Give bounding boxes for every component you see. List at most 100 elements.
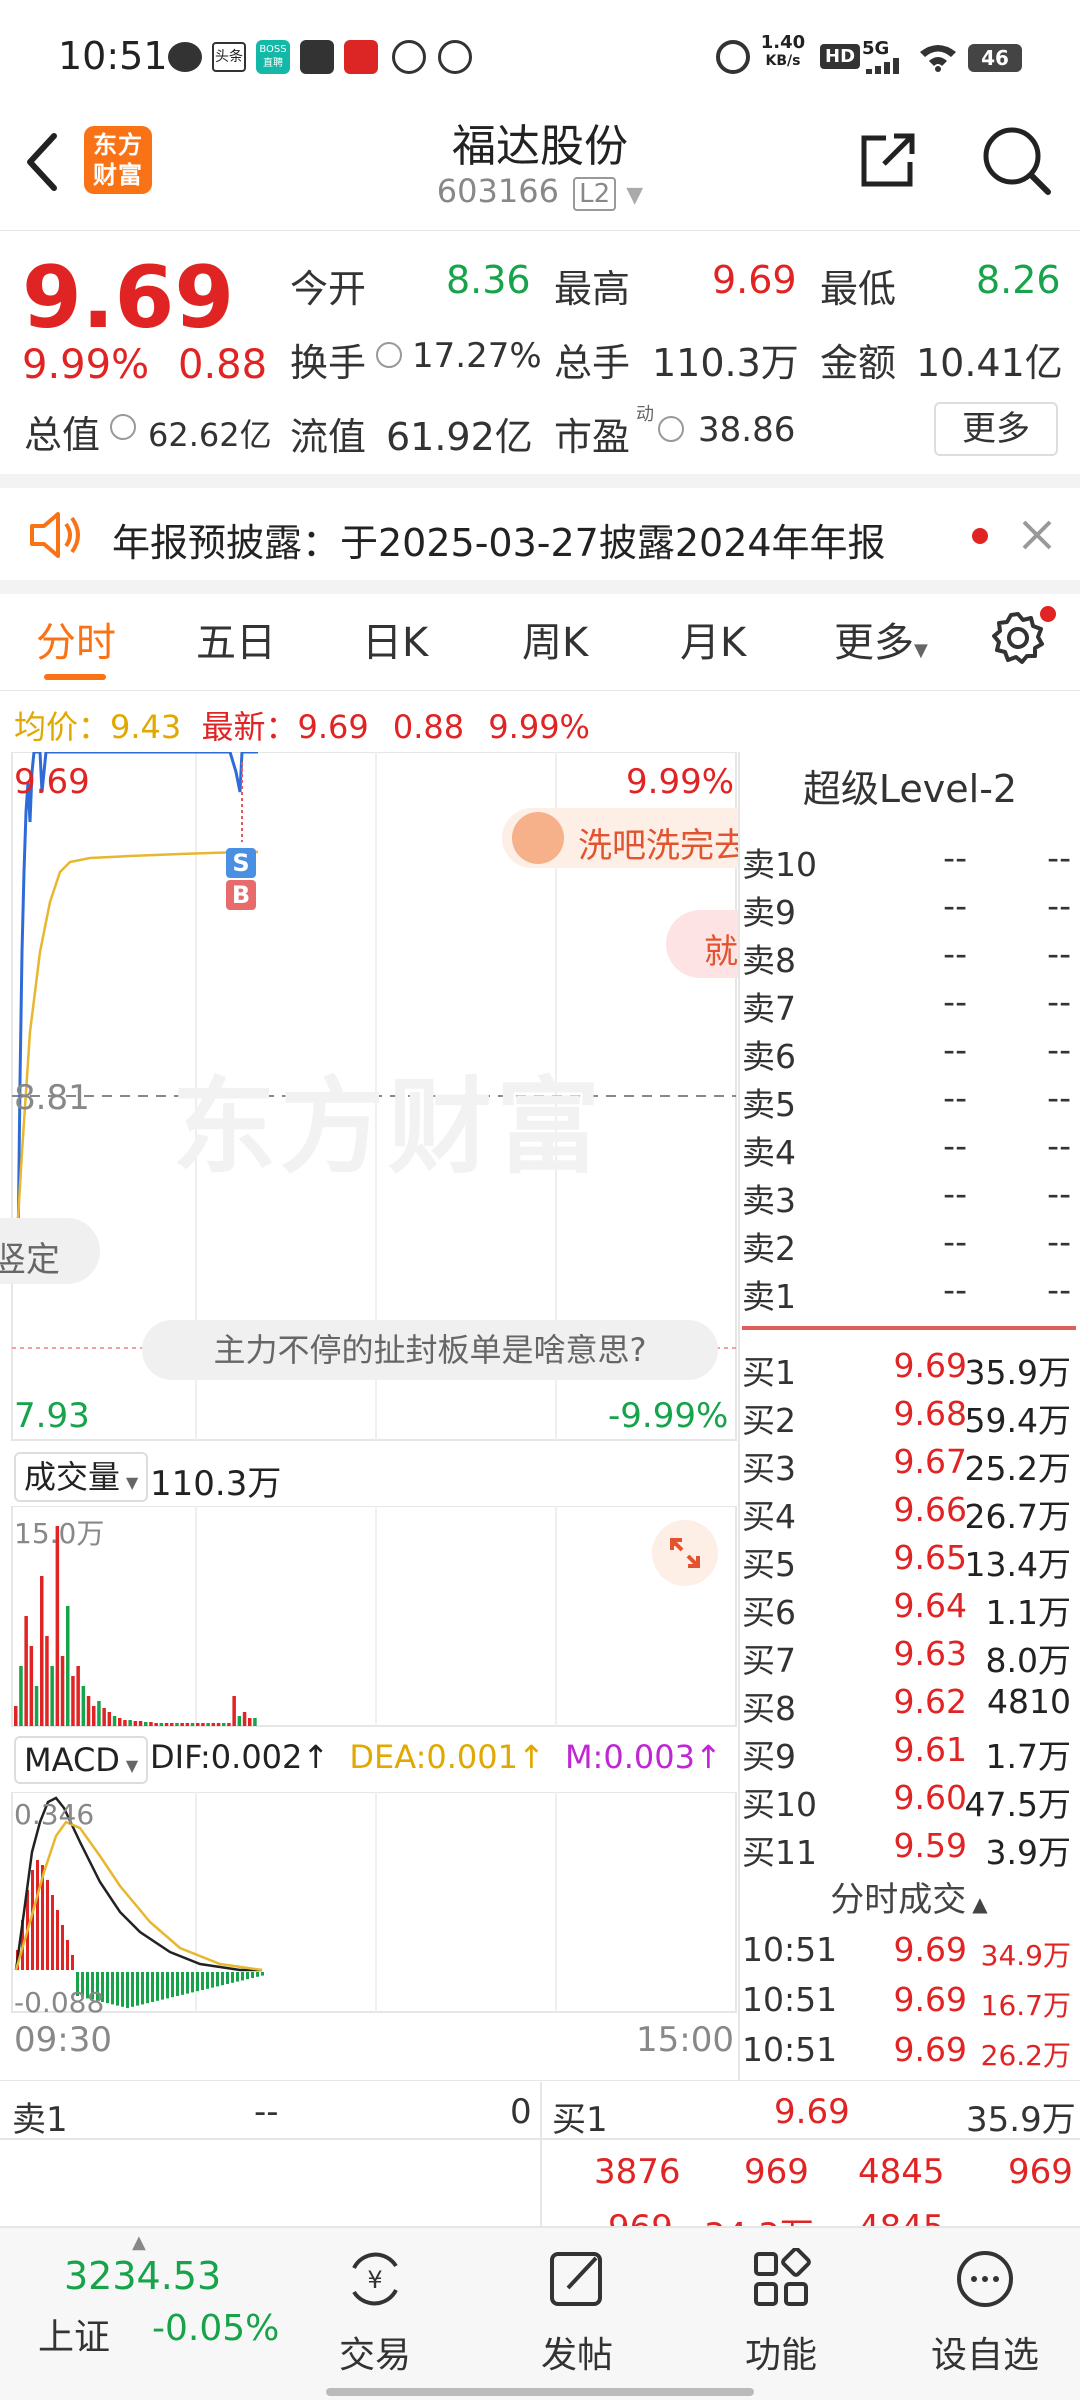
close-icon[interactable]	[1020, 518, 1054, 556]
intraday-info: 均价：9.43 最新：9.69 0.88 9.99%	[14, 708, 590, 746]
tab-more[interactable]: 更多▼	[834, 610, 928, 668]
index-widget[interactable]: ▲ 3234.53 上证 -0.05%	[0, 2228, 300, 2400]
volume-bar	[149, 1722, 153, 1726]
question-pill[interactable]: 主力不停的扯封板单是啥意思?	[142, 1320, 718, 1380]
nav-trade[interactable]: ¥ 交易	[310, 2248, 440, 2378]
buy-level-price: 9.60	[893, 1778, 967, 1817]
more-dots-icon	[957, 2251, 1013, 2307]
sell-level-row[interactable]: 卖1 -- --	[740, 1270, 1075, 1318]
volume-bar	[112, 1716, 117, 1726]
buy-level-row[interactable]: 买2 9.68 59.4万	[740, 1394, 1075, 1442]
promo-banner[interactable]: 洗吧洗完去	[502, 808, 738, 868]
buy-level-row[interactable]: 买6 9.64 1.1万	[740, 1586, 1075, 1634]
volume-bar	[118, 1718, 122, 1726]
volume-bar	[211, 1723, 216, 1726]
more-button[interactable]: 更多	[934, 402, 1058, 456]
nav-post[interactable]: 发帖	[512, 2248, 642, 2378]
macd-m: M:0.003	[564, 1738, 695, 1776]
sell-level-label: 卖3	[742, 1181, 796, 1220]
volume-bar	[92, 1706, 96, 1726]
nav-functions[interactable]: 功能	[716, 2247, 846, 2378]
trades-header[interactable]: 分时成交 ▲	[740, 1872, 1078, 1920]
tab-five-day[interactable]: 五日	[196, 610, 276, 668]
tab-intraday[interactable]: 分时	[36, 610, 116, 668]
volume-bar	[50, 1666, 54, 1726]
buy-level-row[interactable]: 买5 9.65 13.4万	[740, 1538, 1075, 1586]
expand-icon[interactable]	[652, 1520, 718, 1586]
gear-icon[interactable]	[990, 610, 1046, 670]
axis-top-pct: 9.99%	[626, 762, 735, 802]
sell-level-volume: --	[1047, 1174, 1071, 1213]
tab-daily-k[interactable]: 日K	[362, 610, 428, 668]
home-indicator	[326, 2388, 754, 2396]
change-pct: 9.99%	[22, 342, 150, 388]
volume-bar	[206, 1723, 210, 1726]
macd-bar	[241, 1972, 244, 1981]
buy-level-row[interactable]: 买4 9.66 26.7万	[740, 1490, 1075, 1538]
buy-level-volume: 4810	[987, 1682, 1071, 1721]
buy-level-row[interactable]: 买9 9.61 1.7万	[740, 1730, 1075, 1778]
macd-bar	[136, 1972, 139, 2006]
macd-section[interactable]: MACD ▼ DIF:0.002↑ DEA:0.001↑ M:0.003↑ 0.3…	[0, 1732, 738, 2062]
sell-level-row[interactable]: 卖10 -- --	[740, 838, 1075, 886]
notice-bar[interactable]: 年报预披露：于2025-03-27披露2024年年报	[0, 488, 1080, 580]
macd-selector[interactable]: MACD ▼	[14, 1736, 149, 1784]
info-icon[interactable]	[658, 416, 684, 442]
sell-level-row[interactable]: 卖3 -- --	[740, 1174, 1075, 1222]
sell-level-row[interactable]: 卖6 -- --	[740, 1030, 1075, 1078]
status-time: 10:51	[58, 34, 168, 78]
volume-bar	[227, 1723, 231, 1726]
book-separator	[742, 1326, 1076, 1330]
sell-marker[interactable]: S	[226, 848, 256, 878]
back-icon[interactable]	[22, 130, 62, 198]
buy-level-row[interactable]: 买8 9.62 4810	[740, 1682, 1075, 1730]
info-icon[interactable]	[376, 342, 402, 368]
sell-level-row[interactable]: 卖8 -- --	[740, 934, 1075, 982]
sell-level-label: 卖9	[742, 893, 796, 932]
buy-level-row[interactable]: 买1 9.69 35.9万	[740, 1346, 1075, 1394]
buy-level-row[interactable]: 买3 9.67 25.2万	[740, 1442, 1075, 1490]
macd-bar	[56, 1910, 59, 1970]
sell-level-price: --	[943, 934, 967, 973]
total-value: 62.62亿	[148, 416, 272, 454]
sell-level-volume: --	[1047, 982, 1071, 1021]
volume-section[interactable]: 成交量 ▼ 110.3万 15.0万	[0, 1442, 738, 1732]
queue-item: 969	[1008, 2152, 1073, 2192]
info-icon[interactable]	[110, 414, 136, 440]
tab-weekly-k[interactable]: 周K	[522, 610, 588, 668]
sell-level-row[interactable]: 卖2 -- --	[740, 1222, 1075, 1270]
queue-item: 969	[744, 2152, 809, 2192]
volume-selector[interactable]: 成交量 ▼	[14, 1452, 149, 1502]
search-icon[interactable]	[980, 124, 1052, 200]
tab-monthly-k[interactable]: 月K	[680, 610, 746, 668]
volume-bar	[128, 1720, 132, 1726]
level2-title[interactable]: 超级Level-2	[740, 758, 1080, 813]
price-chart[interactable]: 东方财富 9.69 9.99% 8.81 7.93 -9.99% S B 洗吧洗…	[0, 752, 738, 1442]
sell-level-label: 卖4	[742, 1133, 796, 1172]
caret-down-icon: ▼	[125, 1756, 139, 1775]
buy-marker[interactable]: B	[226, 880, 256, 910]
volume-bar	[40, 1576, 44, 1726]
sell-level-row[interactable]: 卖5 -- --	[740, 1078, 1075, 1126]
sell-level-row[interactable]: 卖7 -- --	[740, 982, 1075, 1030]
bottom-sell1-vol: 0	[510, 2092, 532, 2132]
high-value: 9.69	[712, 258, 797, 302]
orientation-pill[interactable]: 竖定	[0, 1218, 100, 1284]
sell-level-row[interactable]: 卖9 -- --	[740, 886, 1075, 934]
macd-bar	[256, 1972, 259, 1977]
buy-level-label: 买11	[742, 1833, 817, 1872]
volume-bar	[24, 1616, 28, 1726]
axis-top-price: 9.69	[14, 762, 90, 802]
nav-add-watchlist[interactable]: 设自选	[920, 2248, 1050, 2378]
share-icon[interactable]	[856, 128, 920, 196]
sell-level-row[interactable]: 卖4 -- --	[740, 1126, 1075, 1174]
buy-level-price: 9.65	[893, 1538, 967, 1577]
volume-bar	[248, 1718, 252, 1726]
buy-level-row[interactable]: 买11 9.59 3.9万	[740, 1826, 1075, 1874]
promo-banner-2[interactable]: 就	[666, 910, 738, 978]
buy-level-row[interactable]: 买10 9.60 47.5万	[740, 1778, 1075, 1826]
index-value: 3234.53	[64, 2254, 222, 2298]
buy-level-row[interactable]: 买7 9.63 8.0万	[740, 1634, 1075, 1682]
stock-code-row[interactable]: 603166 L2 ▼	[340, 172, 740, 211]
macd-axis-bottom: -0.088	[14, 1986, 105, 2019]
